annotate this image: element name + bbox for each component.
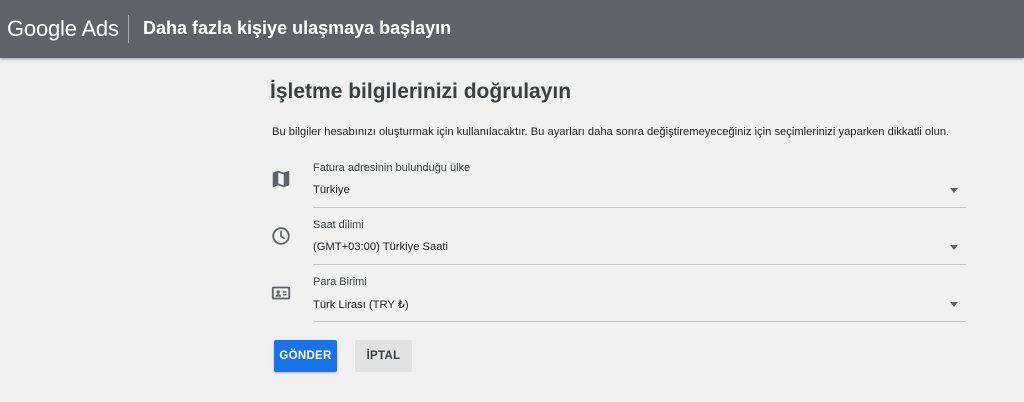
billing-country-select[interactable]: Fatura adresinin bulunduğu ülke Türkiye [270,162,966,212]
billing-country-value: Türkiye [313,184,350,196]
field-underline [313,207,966,208]
dropdown-arrow-icon[interactable] [950,188,958,193]
google-ads-logo[interactable]: Google Ads [7,16,119,42]
time-zone-select[interactable]: Saat dilimi (GMT+03:00) Türkiye Saati [270,219,966,269]
field-underline [313,321,966,322]
cancel-button[interactable]: İPTAL [355,340,412,372]
map-icon [270,168,292,190]
time-zone-value: (GMT+03:00) Türkiye Saati [313,241,449,253]
top-app-bar: Google Ads Daha fazla kişiye ulaşmaya ba… [0,0,1024,58]
page-title: İşletme bilgilerinizi doğrulayın [270,80,572,103]
currency-label: Para Birimi [313,276,367,288]
currency-icon [270,282,292,304]
submit-button[interactable]: GÖNDER [274,340,337,372]
currency-value: Türk Lirası (TRY ₺) [313,299,409,311]
header-title: Daha fazla kişiye ulaşmaya başlayın [143,18,452,38]
time-zone-label: Saat dilimi [313,219,364,231]
currency-select[interactable]: Para Birimi Türk Lirası (TRY ₺) [270,276,966,326]
clock-icon [270,225,292,247]
billing-country-label: Fatura adresinin bulunduğu ülke [313,162,471,174]
field-underline [313,264,966,265]
intro-text: Bu bilgiler hesabınızı oluşturmak için k… [272,126,950,138]
dropdown-arrow-icon[interactable] [950,245,958,250]
dropdown-arrow-icon[interactable] [950,302,958,307]
header-divider [128,15,129,43]
